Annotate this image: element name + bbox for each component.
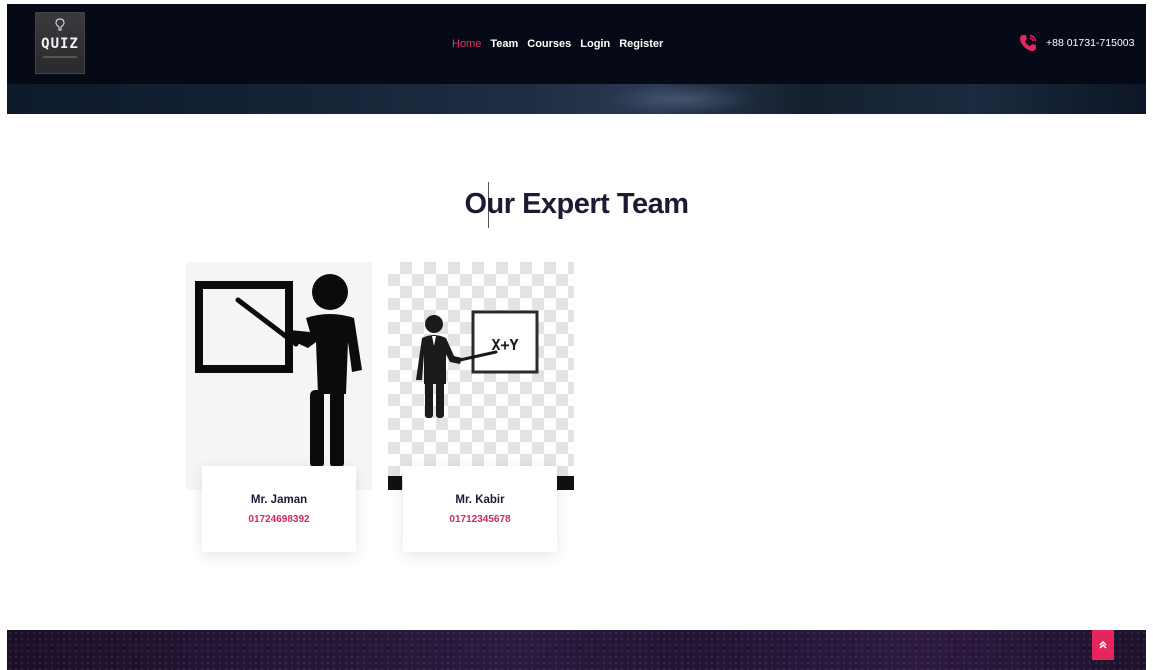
footer-world-map-pattern xyxy=(7,630,1146,670)
image-watermark-right xyxy=(557,476,574,490)
main-nav: Home Team Courses Login Register xyxy=(452,36,663,52)
member-name: Mr. Kabir xyxy=(455,494,505,506)
nav-home[interactable]: Home xyxy=(452,38,481,50)
header-banner-strip xyxy=(7,84,1146,114)
nav-register[interactable]: Register xyxy=(619,38,663,50)
team-member-card: Mr. Kabir 01712345678 xyxy=(403,466,557,552)
logo-text: QUIZ xyxy=(41,36,79,52)
nav-login[interactable]: Login xyxy=(580,38,610,50)
site-logo[interactable]: QUIZ xyxy=(35,12,85,74)
team-member-card: Mr. Jaman 01724698392 xyxy=(202,466,356,552)
member-phone[interactable]: 01724698392 xyxy=(202,514,356,525)
teacher-whiteboard-icon: X+Y xyxy=(416,310,539,418)
header-phone[interactable]: +88 01731-715003 xyxy=(1018,32,1134,54)
scroll-to-top-button[interactable] xyxy=(1092,630,1114,660)
site-header: QUIZ Home Team Courses Login Register +8… xyxy=(7,4,1146,114)
section-title: Our Expert Team xyxy=(464,188,689,220)
teacher-pointing-board-icon xyxy=(195,274,362,468)
image-watermark-left xyxy=(388,476,402,490)
phone-number: +88 01731-715003 xyxy=(1046,37,1135,49)
nav-courses[interactable]: Courses xyxy=(527,38,571,50)
member-phone[interactable]: 01712345678 xyxy=(403,514,557,525)
nav-team[interactable]: Team xyxy=(490,38,518,50)
page: QUIZ Home Team Courses Login Register +8… xyxy=(7,4,1146,670)
phone-ringing-icon xyxy=(1020,34,1037,51)
site-footer xyxy=(7,630,1146,670)
quiz-logo-icon xyxy=(55,18,65,31)
member-name: Mr. Jaman xyxy=(250,494,308,506)
team-member-photo: X+Y xyxy=(388,262,574,490)
double-chevron-up-icon xyxy=(1099,640,1107,649)
logo-tagline-line xyxy=(43,56,77,58)
team-member-photo xyxy=(186,262,372,490)
